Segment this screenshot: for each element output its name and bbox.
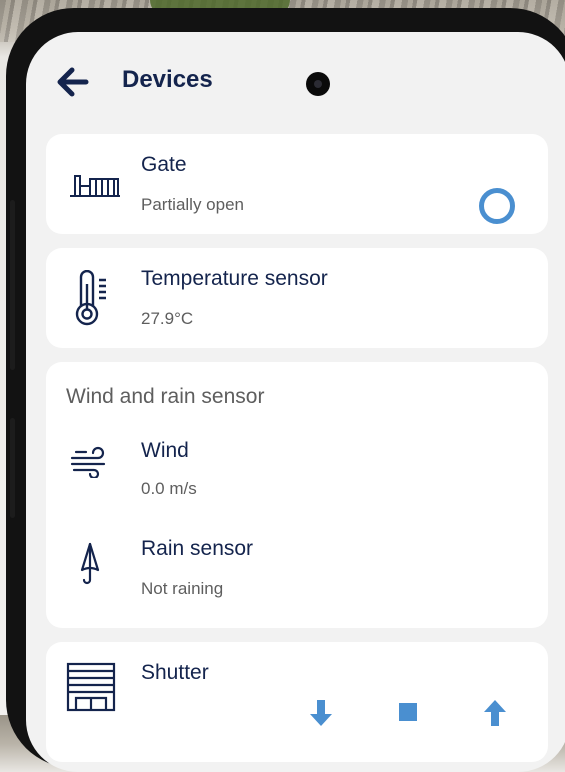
temperature-name: Temperature sensor — [141, 267, 328, 290]
gate-status: Partially open — [141, 195, 245, 214]
shutter-name: Shutter — [141, 661, 209, 684]
gate-name: Gate — [141, 153, 187, 176]
phone-frame: Devices Gate Partially open Temperature … — [6, 8, 565, 772]
gate-card[interactable]: Gate Partially open — [46, 134, 548, 234]
umbrella-icon — [80, 542, 100, 585]
volume-button — [10, 200, 15, 370]
rain-row[interactable]: Rain sensor Not raining — [46, 528, 548, 608]
wind-value: 0.0 m/s — [141, 479, 197, 498]
shutter-down-button[interactable] — [304, 696, 338, 730]
phone-screen: Devices Gate Partially open Temperature … — [26, 32, 565, 772]
arrow-up-icon — [484, 700, 506, 726]
back-button[interactable] — [52, 62, 92, 102]
section-title: Wind and rain sensor — [66, 385, 265, 408]
wind-row[interactable]: Wind 0.0 m/s — [46, 428, 548, 508]
shutter-stop-button[interactable] — [396, 700, 420, 724]
shutter-icon — [66, 662, 116, 712]
temperature-card[interactable]: Temperature sensor 27.9°C — [46, 248, 548, 348]
app-bar: Devices — [26, 32, 565, 122]
rain-status: Not raining — [141, 579, 224, 598]
temperature-value: 27.9°C — [141, 309, 194, 328]
wind-rain-card: Wind and rain sensor Wind 0.0 m/s Rain s… — [46, 362, 548, 628]
wind-icon — [70, 446, 106, 478]
arrow-left-icon — [57, 67, 89, 97]
wind-name: Wind — [141, 439, 189, 462]
shutter-up-button[interactable] — [478, 696, 512, 730]
shutter-card[interactable]: Shutter — [46, 642, 548, 762]
arrow-down-icon — [310, 700, 332, 726]
ring-icon[interactable] — [479, 188, 515, 224]
power-button — [10, 418, 15, 518]
page-title: Devices — [122, 66, 213, 93]
thermometer-icon — [75, 270, 106, 326]
stop-icon — [399, 703, 417, 721]
gate-icon — [70, 175, 120, 197]
rain-name: Rain sensor — [141, 537, 254, 560]
